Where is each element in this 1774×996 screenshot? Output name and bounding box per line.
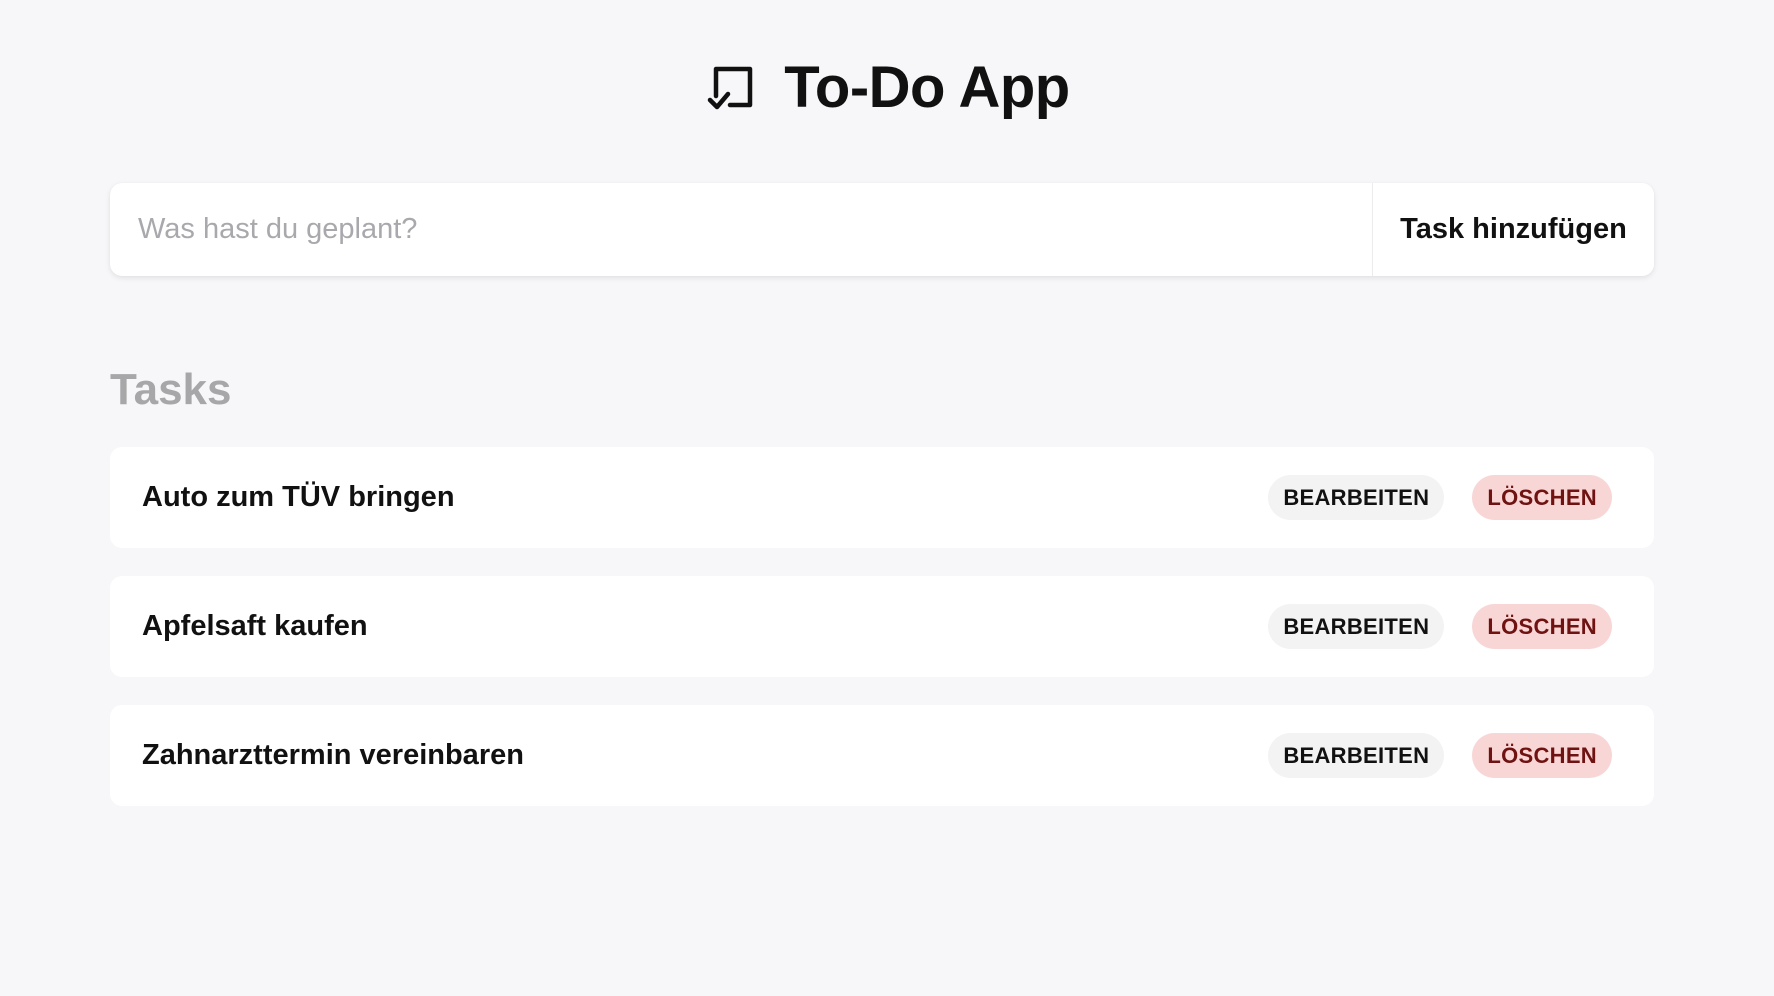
edit-button[interactable]: BEARBEITEN [1268, 733, 1445, 778]
task-label: Zahnarzttermin vereinbaren [142, 739, 524, 771]
delete-button[interactable]: LÖSCHEN [1472, 733, 1612, 778]
task-actions: BEARBEITEN LÖSCHEN [1268, 733, 1612, 778]
edit-button[interactable]: BEARBEITEN [1268, 604, 1445, 649]
task-item: Apfelsaft kaufen BEARBEITEN LÖSCHEN [110, 576, 1654, 677]
app-title: To-Do App [784, 55, 1070, 120]
task-item: Auto zum TÜV bringen BEARBEITEN LÖSCHEN [110, 447, 1654, 548]
tasks-heading: Tasks [110, 365, 232, 414]
task-item: Zahnarzttermin vereinbaren BEARBEITEN LÖ… [110, 705, 1654, 806]
task-label: Auto zum TÜV bringen [142, 481, 455, 513]
task-list: Auto zum TÜV bringen BEARBEITEN LÖSCHEN … [110, 447, 1654, 834]
app-header: To-Do App [0, 52, 1774, 124]
delete-button[interactable]: LÖSCHEN [1472, 604, 1612, 649]
edit-button[interactable]: BEARBEITEN [1268, 475, 1445, 520]
task-actions: BEARBEITEN LÖSCHEN [1268, 604, 1612, 649]
task-label: Apfelsaft kaufen [142, 610, 368, 642]
task-actions: BEARBEITEN LÖSCHEN [1268, 475, 1612, 520]
delete-button[interactable]: LÖSCHEN [1472, 475, 1612, 520]
task-input[interactable] [110, 183, 1372, 276]
add-task-button[interactable]: Task hinzufügen [1372, 183, 1654, 276]
checkbox-icon [704, 61, 758, 115]
todo-app: To-Do App Task hinzufügen Tasks Auto zum… [0, 0, 1774, 996]
add-task-bar: Task hinzufügen [110, 183, 1654, 276]
